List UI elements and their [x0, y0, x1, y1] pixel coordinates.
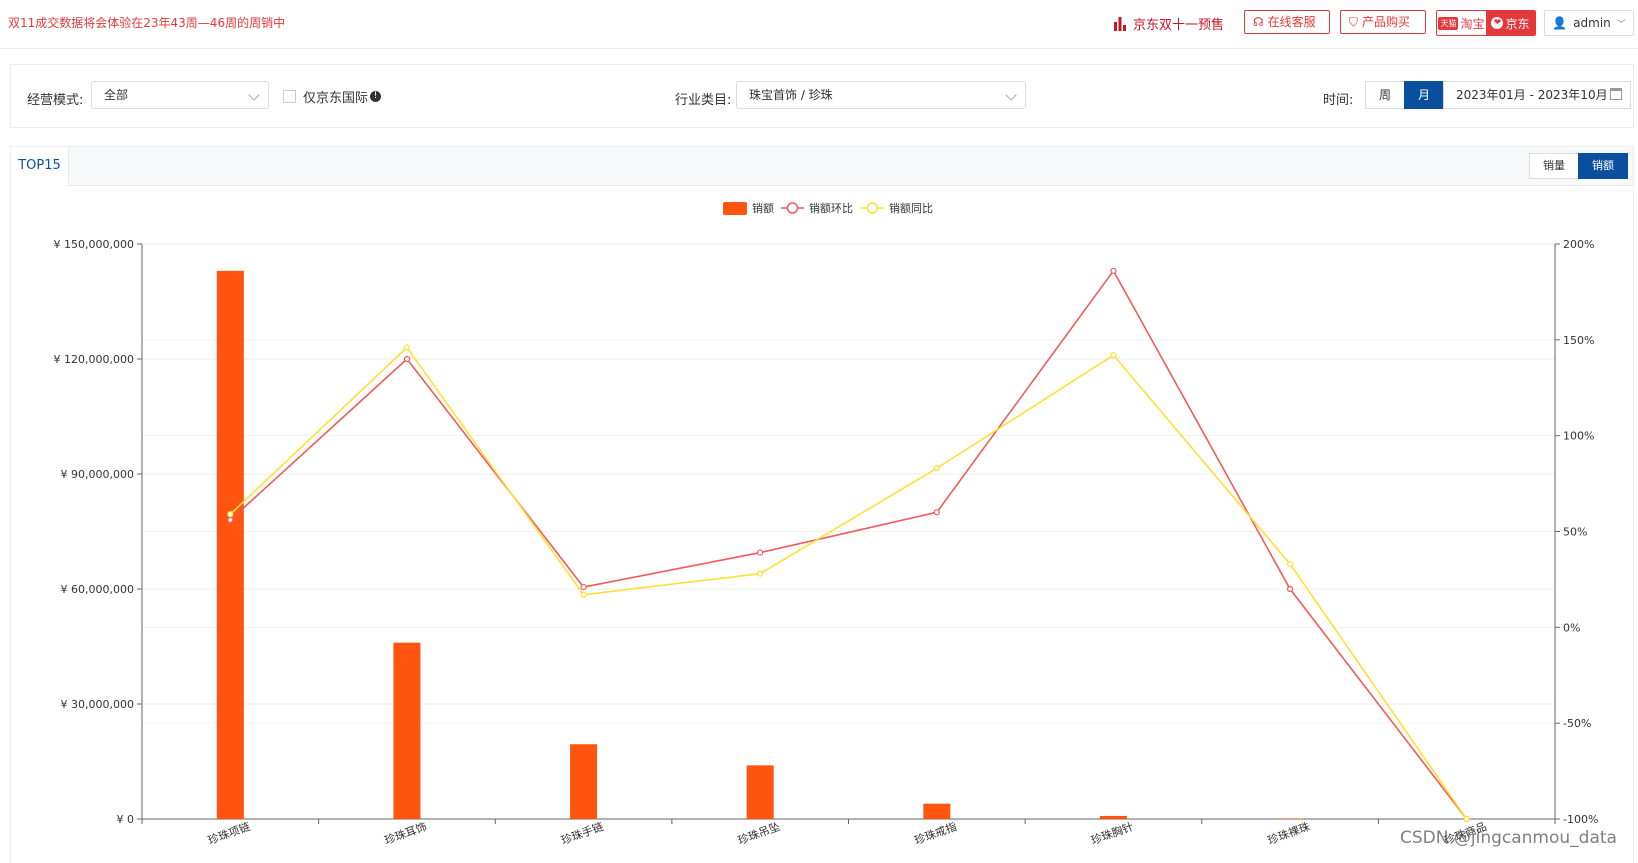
bar[interactable] [393, 642, 421, 819]
x-tick-label: 珍珠项链 [206, 819, 252, 847]
legend-mom-marker [786, 202, 799, 214]
watermark: CSDN @jingcanmou_data [1400, 828, 1617, 848]
y-left-tick-label: ¥ 150,000,000 [54, 238, 134, 251]
y-left-tick-label: ¥ 120,000,000 [54, 353, 134, 366]
info-icon[interactable]: ! [370, 91, 382, 102]
time-week-button[interactable]: 周 [1365, 81, 1405, 109]
x-tick-label: 珍珠手链 [559, 819, 605, 847]
legend-bar-swatch [723, 202, 747, 215]
industry-select[interactable]: 珠宝首饰 / 珍珠 [736, 81, 1026, 109]
yoy-point[interactable] [580, 591, 587, 598]
platform-taobao-label: 淘宝 [1460, 16, 1485, 31]
industry-select-value: 珠宝首饰 / 珍珠 [749, 88, 833, 102]
date-range-picker[interactable]: 2023年01月 - 2023年10月 [1443, 81, 1631, 109]
platform-taobao[interactable]: 天猫 淘宝 [1437, 11, 1486, 35]
mom-point[interactable] [227, 516, 234, 524]
y-right-tick-label: -100% [1563, 813, 1598, 826]
legend-yoy-marker [866, 202, 879, 214]
chevron-down-icon [1005, 89, 1017, 101]
mom-point[interactable] [757, 549, 764, 556]
bar-chart-icon [1114, 16, 1126, 31]
jd-presale-label: 京东双十一预售 [1133, 18, 1225, 33]
legend-label-mom: 销额环比 [809, 201, 853, 215]
platform-jd[interactable]: ❤ 京东 [1486, 11, 1535, 35]
y-right-tick-label: 100% [1563, 430, 1594, 443]
jd-intl-checkbox[interactable] [283, 90, 296, 103]
bar[interactable] [1276, 818, 1304, 819]
mode-select-value: 全部 [104, 88, 129, 102]
notice-text: 双11成交数据将会体验在23年43周—46周的周销中 [8, 16, 286, 30]
x-tick-label: 珍珠吊坠 [736, 819, 782, 847]
yoy-point[interactable] [1110, 352, 1117, 359]
y-left-tick-label: ¥ 90,000,000 [61, 468, 134, 481]
y-left-tick-label: ¥ 60,000,000 [61, 583, 134, 596]
cart-icon: ⛉ [1349, 15, 1359, 29]
bar[interactable] [570, 744, 598, 819]
y-right-tick-label: 0% [1563, 621, 1580, 634]
online-service-label: 在线客服 [1267, 15, 1316, 29]
chevron-down-icon: ﹀ [1616, 19, 1626, 30]
mom-point[interactable] [1110, 267, 1117, 274]
platform-switch: 天猫 淘宝 ❤ 京东 [1436, 10, 1536, 36]
user-name: admin [1573, 16, 1611, 30]
calendar-icon [1610, 88, 1622, 100]
yoy-point[interactable] [757, 570, 764, 577]
mom-point[interactable] [403, 355, 411, 363]
time-label: 时间: [1323, 93, 1354, 108]
date-range-value: 2023年01月 - 2023年10月 [1456, 88, 1608, 102]
bar[interactable] [1099, 815, 1127, 819]
jd-presale-link[interactable]: 京东双十一预售 [1113, 14, 1224, 33]
jd-dog-icon: ❤ [1491, 17, 1504, 29]
legend-label-amount: 销额 [752, 201, 774, 215]
y-left-tick-label: ¥ 0 [117, 813, 135, 826]
filter-bar: 经营模式: 全部 仅京东国际 ! 行业类目: 珠宝首饰 / 珍珠 时间: 周 月… [10, 64, 1634, 128]
tmall-logo: 天猫 [1438, 16, 1459, 30]
yoy-point[interactable] [1463, 815, 1470, 823]
tab-top15[interactable]: TOP15 [11, 147, 69, 186]
yoy-point[interactable] [227, 511, 234, 518]
jd-intl-label-wrap: 仅京东国际 ! [303, 87, 382, 106]
bar[interactable] [746, 765, 774, 819]
tab-strip: TOP15 销量 销额 [11, 147, 1633, 186]
online-service-button[interactable]: ☊ 在线客服 [1244, 10, 1330, 34]
product-buy-button[interactable]: ⛉ 产品购买 [1340, 10, 1426, 34]
toggle-amount-button[interactable]: 销额 [1578, 153, 1628, 179]
yoy-point[interactable] [1286, 560, 1294, 568]
user-icon: 👤 [1552, 16, 1568, 30]
y-right-tick-label: 150% [1563, 334, 1594, 347]
x-tick-label: 珍珠裸珠 [1266, 819, 1312, 847]
headset-icon: ☊ [1253, 15, 1264, 29]
bar[interactable] [216, 270, 244, 819]
x-tick-label: 珍珠戒指 [912, 819, 958, 847]
chevron-down-icon [248, 89, 260, 101]
mom-point[interactable] [933, 509, 940, 516]
toggle-volume-button[interactable]: 销量 [1529, 153, 1579, 179]
top-bar: 双11成交数据将会体验在23年43周—46周的周销中 京东双十一预售 ☊ 在线客… [0, 0, 1638, 49]
yoy-point[interactable] [933, 465, 940, 472]
platform-jd-label: 京东 [1505, 16, 1530, 31]
industry-label: 行业类目: [675, 93, 732, 108]
yoy-point[interactable] [403, 344, 411, 351]
mom-point[interactable] [1286, 585, 1294, 593]
x-tick-label: 珍珠胸针 [1089, 819, 1135, 847]
legend-label-yoy: 销额同比 [889, 201, 933, 215]
mode-select[interactable]: 全部 [91, 81, 269, 109]
y-right-tick-label: -50% [1563, 717, 1591, 730]
jd-intl-label: 仅京东国际 [303, 91, 369, 106]
mom-point[interactable] [580, 583, 587, 591]
product-buy-label: 产品购买 [1362, 15, 1411, 29]
y-right-tick-label: 50% [1563, 526, 1587, 539]
sales-chart: ¥ 0 ¥ 30,000,000 ¥ 60,000,000 ¥ 90,000,000 ¥… [54, 201, 1599, 847]
x-tick-label: 珍珠耳饰 [383, 819, 429, 847]
user-menu[interactable]: 👤 admin ﹀ [1544, 10, 1634, 36]
time-month-button[interactable]: 月 [1404, 81, 1444, 109]
mode-label: 经营模式: [27, 93, 84, 108]
y-right-tick-label: 200% [1563, 238, 1594, 251]
bar[interactable] [923, 803, 951, 819]
y-left-tick-label: ¥ 30,000,000 [61, 698, 134, 711]
